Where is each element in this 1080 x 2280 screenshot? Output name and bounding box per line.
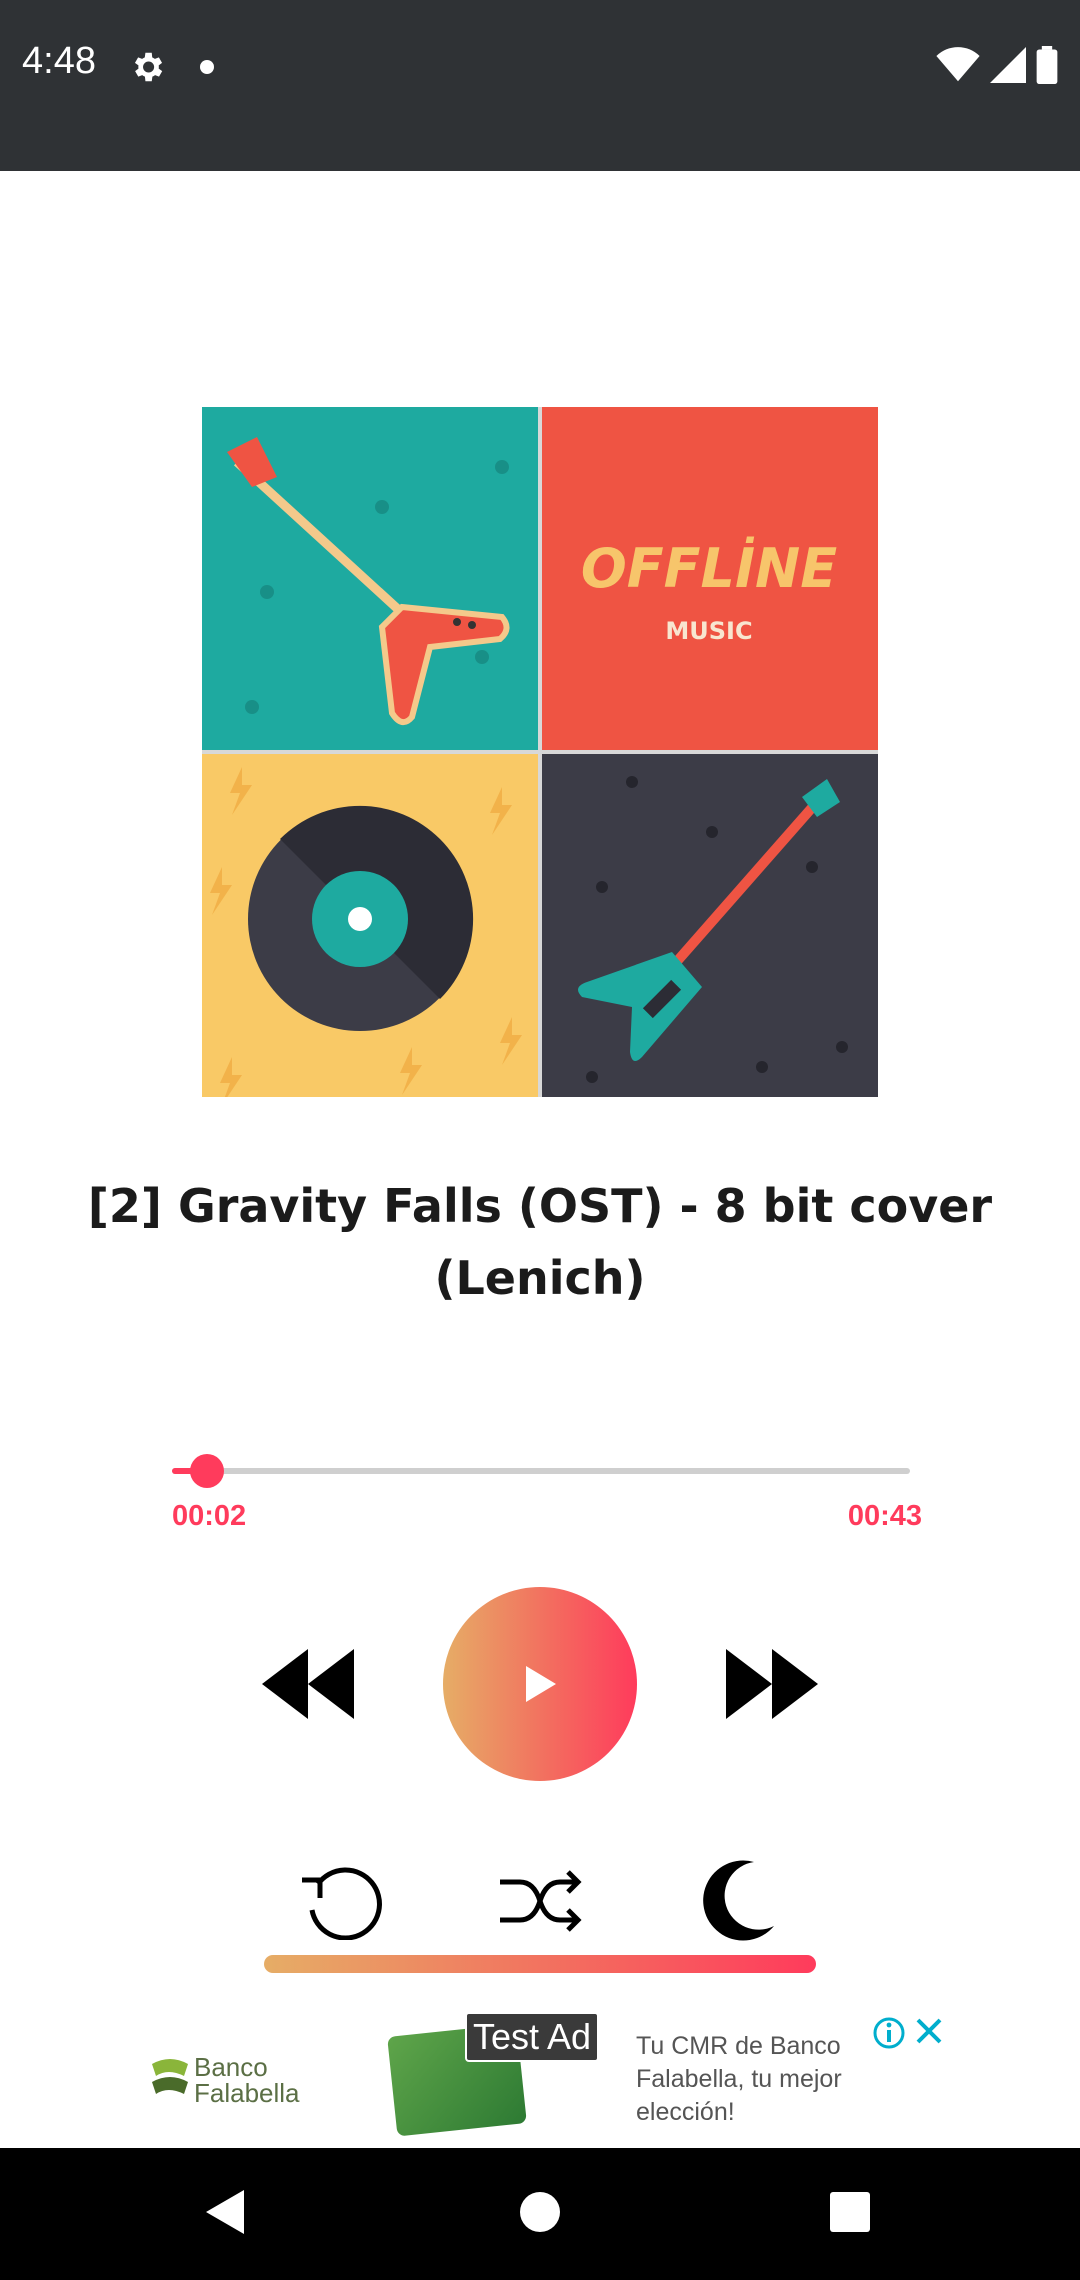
moon-icon	[703, 1860, 774, 1941]
status-icons	[936, 46, 1058, 84]
status-time: 4:48	[22, 40, 96, 82]
sleep-timer-button[interactable]	[694, 1856, 780, 1942]
notification-dot-icon	[200, 60, 214, 74]
test-ad-label: Test Ad	[465, 2012, 600, 2062]
ad-logo-text: Banco Falabella	[194, 2054, 300, 2106]
status-bar: 4:48	[0, 0, 1080, 171]
battery-icon	[1036, 46, 1058, 84]
shuffle-button[interactable]	[496, 1862, 584, 1940]
ad-close-icon[interactable]	[912, 2014, 946, 2048]
settings-icon	[134, 52, 163, 82]
play-button[interactable]	[443, 1587, 637, 1781]
ad-text: Tu CMR de Banco Falabella, tu mejor elec…	[636, 2032, 842, 2126]
track-title: [2] Gravity Falls (OST) - 8 bit cover (L…	[87, 1179, 993, 1305]
seek-bar[interactable]	[172, 1468, 910, 1474]
current-time: 00:02	[172, 1500, 247, 1532]
ad-info-icon[interactable]	[872, 2016, 906, 2050]
album-art: OFFLİNE MUSIC	[202, 407, 878, 1097]
vinyl-record-illustration	[248, 805, 474, 1031]
shuffle-icon	[500, 1870, 582, 1932]
ad-logo: Banco Falabella	[148, 2054, 308, 2106]
bank-logo-icon	[152, 2059, 188, 2094]
album-brand-text: OFFLİNE	[581, 537, 837, 600]
rewind-button[interactable]	[258, 1643, 358, 1725]
repeat-button[interactable]	[296, 1862, 386, 1941]
ad-banner[interactable]: Banco Falabella Test Ad Tu CMR de Banco …	[0, 2000, 1080, 2148]
ad-logo-line1: Banco	[194, 2052, 268, 2082]
navigation-bar	[0, 2148, 1080, 2280]
repeat-icon	[302, 1867, 382, 1941]
rewind-icon	[262, 1649, 354, 1719]
cellular-signal-icon	[990, 47, 1026, 83]
fast-forward-button[interactable]	[722, 1643, 822, 1725]
back-icon[interactable]	[198, 2184, 250, 2240]
home-icon[interactable]	[518, 2184, 562, 2240]
album-brand-subtext: MUSIC	[665, 617, 752, 645]
wifi-icon	[936, 47, 980, 82]
total-time: 00:43	[847, 1500, 922, 1532]
controls-underline-bar	[264, 1955, 816, 1973]
ad-logo-line2: Falabella	[194, 2078, 300, 2108]
play-icon	[526, 1666, 556, 1702]
recent-apps-icon[interactable]	[826, 2184, 872, 2240]
fast-forward-icon	[726, 1649, 818, 1719]
seek-bar-thumb[interactable]	[190, 1454, 224, 1488]
